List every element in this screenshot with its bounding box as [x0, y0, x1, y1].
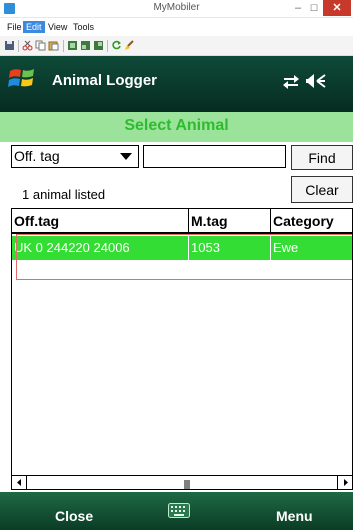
keyboard-icon[interactable] [168, 503, 190, 518]
capture-window-icon[interactable] [93, 40, 104, 51]
brush-icon[interactable] [124, 40, 135, 51]
cut-icon[interactable] [22, 40, 33, 51]
scroll-right-button[interactable] [337, 476, 352, 489]
screen-title: Select Animal [124, 117, 229, 134]
copy-icon[interactable] [35, 40, 46, 51]
toolbar [0, 36, 353, 56]
grid-header: Off.tag M.tag Category [12, 209, 352, 234]
sync-icon[interactable] [282, 74, 300, 90]
clear-button[interactable]: Clear [291, 176, 353, 203]
menu-edit[interactable]: Edit [23, 21, 45, 33]
close-softkey[interactable]: Close [55, 508, 93, 524]
tag-field-select[interactable]: Off. tag [11, 145, 139, 168]
column-header-category[interactable]: Category [271, 211, 352, 231]
arrow-left-icon [17, 479, 21, 486]
search-input[interactable] [143, 145, 286, 168]
menu-softkey[interactable]: Menu [276, 508, 313, 524]
animal-count-label: 1 animal listed [22, 187, 106, 202]
minimize-button[interactable]: – [291, 0, 305, 16]
scroll-thumb[interactable] [182, 477, 192, 489]
volume-icon[interactable] [305, 72, 327, 90]
menu-tools[interactable]: Tools [70, 21, 97, 33]
grip-icon [184, 480, 190, 489]
horizontal-scrollbar[interactable] [11, 475, 353, 490]
tag-field-selected-value: Off. tag [14, 148, 60, 164]
capture-icon[interactable] [67, 40, 78, 51]
menu-view[interactable]: View [45, 21, 70, 33]
app-title: Animal Logger [52, 72, 158, 89]
close-window-button[interactable]: ✕ [323, 0, 351, 16]
column-header-off-tag[interactable]: Off.tag [12, 211, 190, 231]
capture-region-icon[interactable] [80, 40, 91, 51]
arrow-right-icon [344, 479, 348, 486]
menu-bar: File Edit View Tools [0, 18, 353, 36]
window-title-bar: MyMobiler – ☐ ✕ [0, 0, 353, 18]
scroll-left-button[interactable] [12, 476, 27, 489]
dropdown-arrow-icon [120, 153, 132, 160]
column-header-m-tag[interactable]: M.tag [189, 211, 272, 231]
start-menu-icon[interactable] [7, 65, 37, 91]
maximize-button[interactable]: ☐ [307, 0, 321, 16]
refresh-icon[interactable] [111, 40, 122, 51]
app-header: Animal Logger [0, 56, 353, 116]
save-icon[interactable] [4, 40, 15, 51]
toolbar-separator [107, 40, 108, 52]
menu-file[interactable]: File [4, 21, 25, 33]
row-focus-highlight [16, 234, 352, 280]
toolbar-separator [63, 40, 64, 52]
paste-icon[interactable] [48, 40, 59, 51]
find-button[interactable]: Find [291, 145, 353, 170]
animal-grid: Off.tag M.tag Category UK 0 244220 24006… [11, 208, 353, 478]
toolbar-separator [18, 40, 19, 52]
